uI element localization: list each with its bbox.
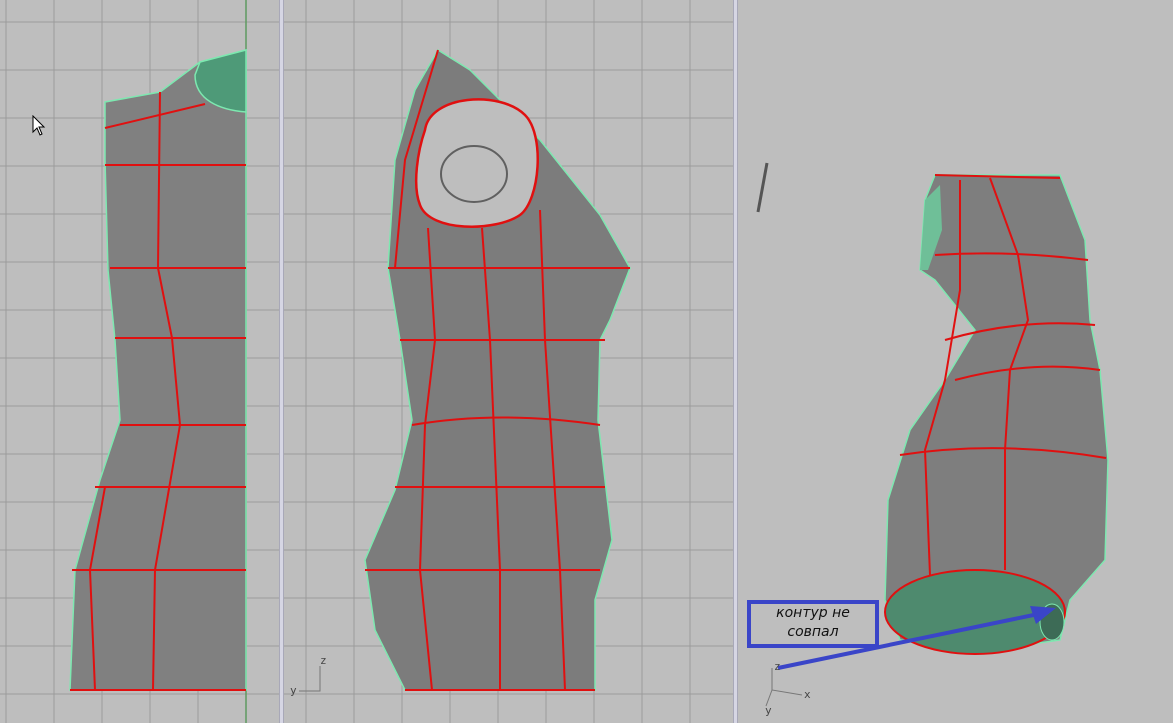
axis-label-y: y xyxy=(765,704,772,717)
annotation-line-1: контур не xyxy=(776,605,850,621)
left-view-canvas xyxy=(0,0,279,723)
axis-gizmo xyxy=(765,668,803,707)
axis-label-y: y xyxy=(290,684,297,697)
viewport-left[interactable] xyxy=(0,0,279,723)
axis-label-z: z xyxy=(774,660,781,673)
front-view-canvas xyxy=(284,0,733,723)
annotation-line-2: совпал xyxy=(787,624,839,640)
viewport-front[interactable]: z y xyxy=(284,0,733,723)
mouse-cursor-icon xyxy=(32,115,46,136)
axis-label-z: z xyxy=(320,654,327,667)
stray-curve xyxy=(756,162,769,213)
torso-surface-side xyxy=(69,49,247,691)
axis-label-x: x xyxy=(804,688,811,701)
annotation-box: контур не совпал xyxy=(747,600,879,648)
armhole xyxy=(414,98,539,228)
